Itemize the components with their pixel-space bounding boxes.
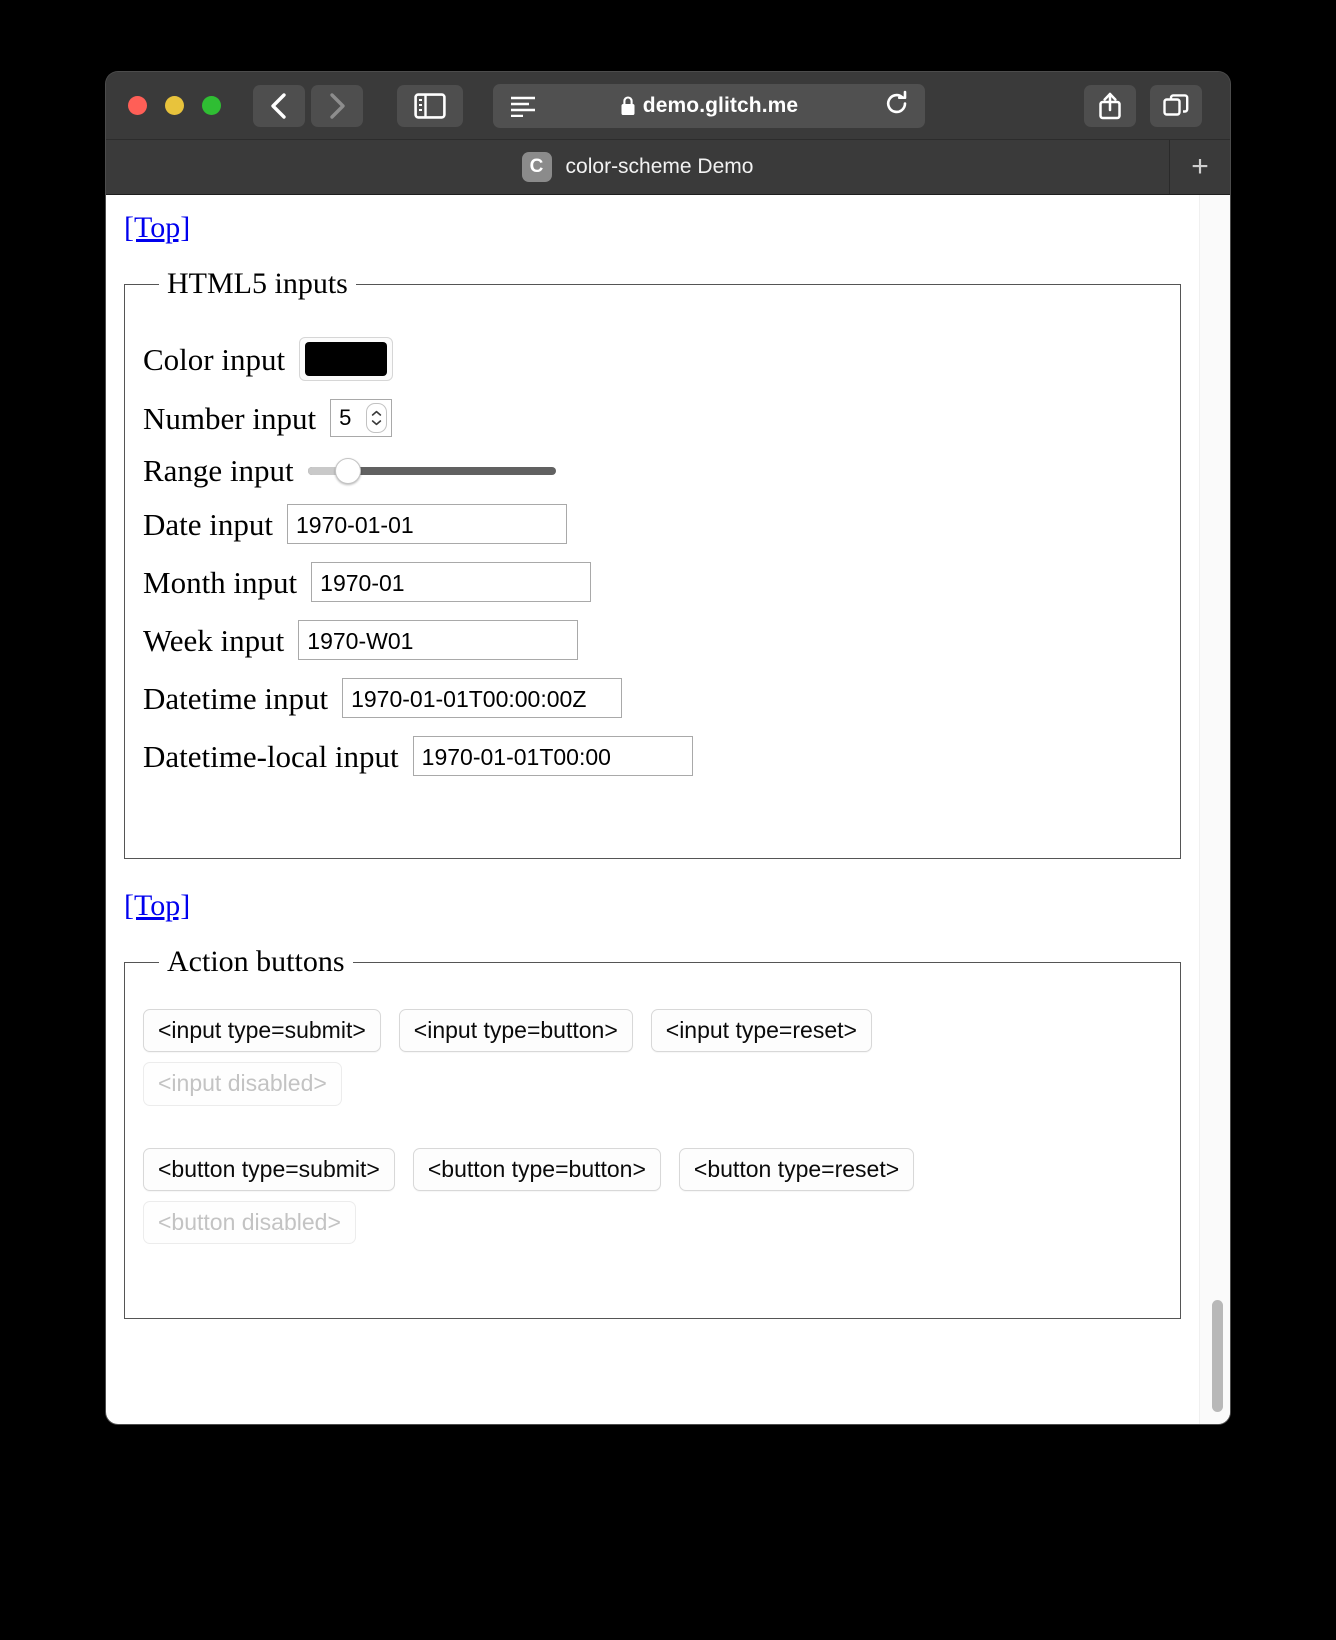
button-button-button[interactable]: <button type=button> — [412, 1147, 661, 1191]
field-row-color: Color input — [143, 337, 1162, 381]
input-reset-button[interactable]: <input type=reset> — [650, 1009, 872, 1053]
field-row-datetime: Datetime input 1970-01-01T00:00:00Z — [143, 678, 1162, 718]
action-buttons-legend: Action buttons — [167, 945, 345, 978]
label-week-input: Week input — [143, 622, 285, 658]
vertical-scrollbar[interactable] — [1199, 195, 1230, 1424]
navigation-buttons — [253, 84, 369, 127]
input-disabled-row: <input disabled> — [143, 1062, 1162, 1106]
week-input[interactable]: 1970-W01 — [298, 620, 579, 660]
number-input[interactable]: 5 — [330, 399, 393, 437]
label-color-input: Color input — [143, 341, 286, 377]
url-text: demo.glitch.me — [642, 93, 799, 117]
maximize-window-button[interactable] — [202, 96, 221, 115]
minimize-window-button[interactable] — [165, 96, 184, 115]
datetime-input[interactable]: 1970-01-01T00:00:00Z — [342, 678, 623, 718]
browser-toolbar: demo.glitch.me — [106, 72, 1230, 140]
button-submit-button[interactable]: <button type=submit> — [143, 1147, 395, 1191]
tab-overview-button[interactable] — [1150, 84, 1202, 127]
favicon: C — [521, 152, 552, 182]
number-stepper[interactable] — [366, 403, 388, 433]
desktop-backdrop: demo.glitch.me C color-scheme Demo + [To… — [0, 0, 1336, 1640]
color-swatch — [305, 342, 388, 376]
lock-icon — [621, 96, 635, 115]
share-icon — [1099, 92, 1121, 119]
tab-color-scheme-demo[interactable]: C color-scheme Demo — [106, 140, 1170, 194]
range-input[interactable] — [307, 457, 556, 484]
new-tab-button[interactable]: + — [1170, 140, 1230, 194]
date-input[interactable]: 1970-01-01 — [287, 504, 567, 544]
tab-title: color-scheme Demo — [565, 155, 754, 178]
sidebar-icon — [414, 92, 446, 119]
html5-inputs-legend: HTML5 inputs — [167, 267, 348, 300]
button-disabled-row: <button disabled> — [143, 1200, 1162, 1245]
chevron-right-icon — [330, 92, 345, 119]
field-row-number: Number input 5 — [143, 399, 1162, 437]
address-bar[interactable]: demo.glitch.me — [493, 83, 925, 128]
reader-view-icon — [511, 96, 535, 117]
label-datetime-local-input: Datetime-local input — [143, 738, 399, 774]
page-viewport: [Top] HTML5 inputs Color input Number in… — [106, 195, 1230, 1424]
field-row-date: Date input 1970-01-01 — [143, 504, 1162, 544]
top-link-2[interactable]: [Top] — [124, 889, 190, 923]
field-row-month: Month input 1970-01 — [143, 562, 1162, 602]
number-input-value: 5 — [339, 405, 352, 430]
label-month-input: Month input — [143, 564, 298, 600]
close-window-button[interactable] — [128, 96, 147, 115]
toggle-sidebar-button[interactable] — [397, 84, 463, 127]
label-datetime-input: Datetime input — [143, 680, 329, 716]
label-range-input: Range input — [143, 453, 294, 488]
chevron-left-icon — [271, 92, 286, 119]
field-row-week: Week input 1970-W01 — [143, 620, 1162, 660]
chevron-down-icon — [371, 420, 382, 426]
field-row-datetime-local: Datetime-local input 1970-01-01T00:00 — [143, 736, 1162, 776]
toolbar-right-group — [1084, 84, 1208, 127]
browser-window: demo.glitch.me C color-scheme Demo + [To… — [106, 72, 1230, 1424]
chevron-up-icon — [371, 410, 382, 416]
tab-bar: C color-scheme Demo + — [106, 140, 1230, 195]
scrollbar-thumb[interactable] — [1212, 1300, 1223, 1412]
input-submit-button[interactable]: <input type=submit> — [143, 1009, 381, 1053]
action-buttons-fieldset: Action buttons <input type=submit> <inpu… — [124, 945, 1181, 1320]
field-row-range: Range input — [143, 455, 1162, 486]
address-bar-content: demo.glitch.me — [620, 94, 798, 118]
tab-overview-icon — [1163, 93, 1189, 116]
button-reset-button[interactable]: <button type=reset> — [678, 1147, 915, 1191]
html5-inputs-fieldset: HTML5 inputs Color input Number input 5 — [124, 267, 1181, 859]
input-disabled-button: <input disabled> — [143, 1062, 342, 1106]
reload-icon — [886, 90, 907, 113]
forward-button[interactable] — [311, 84, 363, 127]
reload-button[interactable] — [885, 90, 909, 121]
input-button-row: <input type=submit> <input type=button> … — [143, 1009, 1162, 1053]
month-input[interactable]: 1970-01 — [311, 562, 592, 602]
color-input[interactable] — [299, 337, 394, 381]
window-controls — [128, 96, 221, 115]
button-disabled-button: <button disabled> — [143, 1200, 356, 1245]
top-link-1[interactable]: [Top] — [124, 211, 190, 245]
share-button[interactable] — [1084, 84, 1136, 127]
label-number-input: Number input — [143, 400, 317, 436]
label-date-input: Date input — [143, 506, 273, 542]
range-thumb[interactable] — [334, 457, 361, 484]
page-content: [Top] HTML5 inputs Color input Number in… — [106, 195, 1199, 1424]
button-element-row: <button type=submit> <button type=button… — [143, 1147, 1162, 1191]
datetime-local-input[interactable]: 1970-01-01T00:00 — [412, 736, 693, 776]
back-button[interactable] — [253, 84, 305, 127]
input-button-button[interactable]: <input type=button> — [398, 1009, 633, 1053]
reader-view-button[interactable] — [509, 95, 537, 117]
